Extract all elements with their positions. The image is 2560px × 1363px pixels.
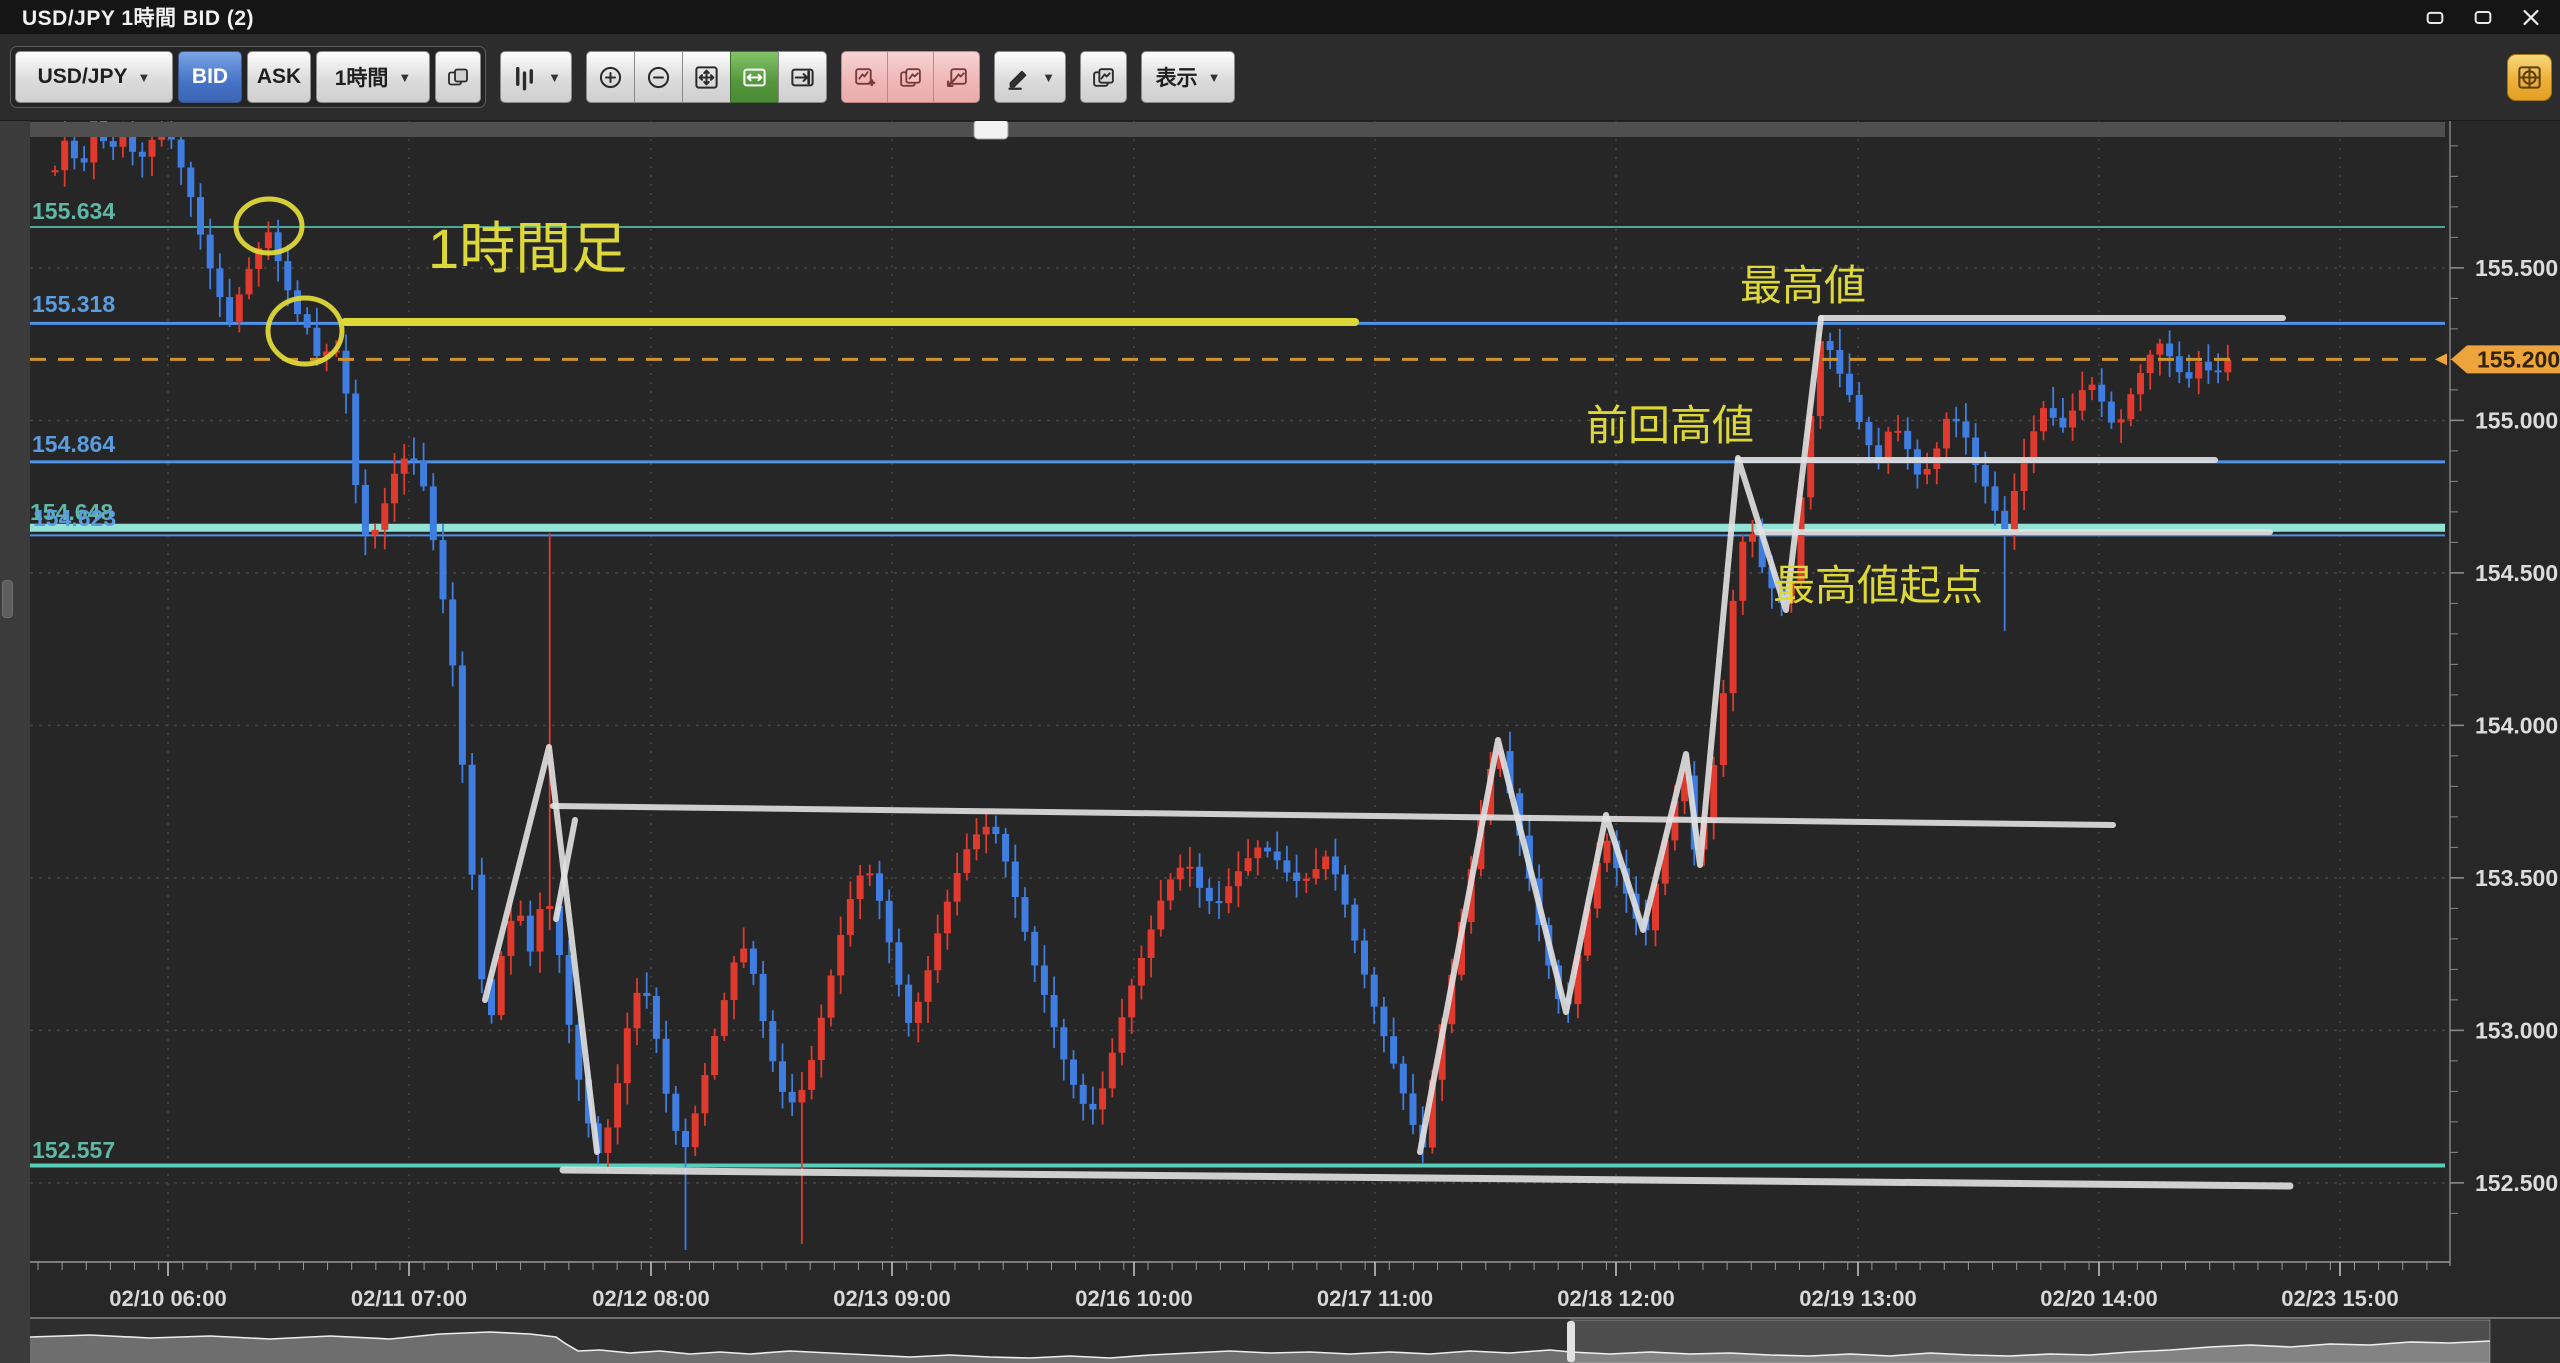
toolbar-group [586,51,827,103]
zoom-in-icon [597,64,624,91]
level-price-label: 154.623 [33,505,116,531]
display-menu-label: 表示 [1156,62,1198,92]
maximize-button[interactable] [2472,8,2494,26]
window-controls [2424,8,2542,26]
crosshair-button[interactable] [2507,54,2552,101]
ask-toggle[interactable]: ASK [247,51,311,103]
left-panel-strip [0,120,30,1363]
zoom-in-button[interactable] [586,51,635,103]
toolbar-group [1080,51,1127,103]
level-price-label: 152.557 [32,1137,115,1163]
chevron-down-icon: ▼ [1208,70,1221,85]
symbol-select[interactable]: USD/JPY ▼ [15,51,173,103]
toolbar-group [841,51,980,103]
time-axis-label: 02/19 13:00 [1799,1286,1916,1311]
close-button[interactable] [2520,8,2542,26]
indicator-icon [1091,64,1116,91]
crosshair-icon [2516,64,2543,91]
price-axis-label: 153.500 [2475,865,2558,891]
chart-type-select[interactable]: ▼ [500,51,572,103]
time-axis-label: 02/17 11:00 [1317,1286,1433,1311]
chart-type-icon [511,64,538,91]
chart-top-scrollbar-thumb[interactable] [974,120,1008,139]
current-price-value: 155.200 [2477,346,2560,372]
link-charts-icon [446,64,470,91]
toolbar-group: USD/JPY ▼ BID ASK 1時間 ▼ [10,46,486,108]
time-axis-label: 02/20 14:00 [2040,1286,2157,1311]
indicator-button[interactable] [1080,51,1127,103]
price-axis-label: 154.500 [2475,560,2558,586]
duplicate-chart-icon [898,64,923,91]
zoom-out-icon [645,64,672,91]
application-window: 1時間足最高値前回高値最高値起点 155.634 155.318 154.864 154… [0,0,2560,1363]
zoom-out-button[interactable] [634,51,683,103]
toolbar: USD/JPY ▼ BID ASK 1時間 ▼ ▼ ▼ 表示 ▼ [0,34,2560,121]
chevron-down-icon: ▼ [1042,70,1055,85]
fit-width-button[interactable] [730,51,779,103]
title-bar: USD/JPY 1時間 BID (2) [0,0,2560,35]
annotation-text[interactable]: 最高値起点 [1773,562,1983,609]
link-charts-button[interactable] [435,51,481,103]
toolbar-group: ▼ [994,51,1066,103]
time-axis-label: 02/23 15:00 [2281,1286,2398,1311]
scroll-to-end-button[interactable] [778,51,827,103]
close-icon [2520,4,2542,31]
price-axis-label: 153.000 [2475,1017,2558,1043]
window-title: USD/JPY 1時間 BID (2) [22,2,254,32]
toolbar-group: 表示 ▼ [1141,51,1235,103]
popout-chart-button[interactable] [933,51,980,103]
popout-chart-icon [944,64,969,91]
level-price-label: 155.634 [32,198,115,224]
toolbar-group: ▼ [500,51,572,103]
symbol-select-label: USD/JPY [38,65,128,89]
time-axis-label: 02/12 08:00 [592,1286,709,1311]
panel-splitter-handle[interactable] [2,580,13,618]
draw-icon [1005,64,1032,91]
chart-top-scrollbar-track[interactable] [30,122,2445,137]
time-axis-label: 02/11 07:00 [351,1286,467,1311]
fit-chart-icon [693,64,720,91]
navigator-selection[interactable] [1571,1320,2490,1363]
annotation-text[interactable]: 1時間足 [428,217,627,280]
price-axis-label: 154.000 [2475,712,2558,738]
display-menu[interactable]: 表示 ▼ [1141,51,1235,103]
navigator-handle[interactable] [1567,1321,1575,1362]
minimize-icon [2424,4,2446,31]
duplicate-chart-button[interactable] [887,51,934,103]
annotation-text[interactable]: 最高値 [1740,262,1866,309]
navigator [0,1318,2560,1363]
time-axis-label: 02/16 10:00 [1075,1286,1192,1311]
level-price-label: 155.318 [32,291,115,317]
timeframe-select-label: 1時間 [335,62,389,92]
scroll-to-end-icon [789,64,816,91]
time-axis-label: 02/13 09:00 [833,1286,950,1311]
ask-toggle-label: ASK [257,65,301,89]
minimize-button[interactable] [2424,8,2446,26]
chevron-down-icon: ▼ [138,70,151,85]
price-axis-label: 155.000 [2475,407,2558,433]
draw-tool-select[interactable]: ▼ [994,51,1066,103]
price-axis-label: 152.500 [2475,1170,2558,1196]
chevron-down-icon: ▼ [398,70,411,85]
new-chart-icon [852,64,877,91]
plot-background [30,112,2445,1262]
fit-chart-button[interactable] [682,51,731,103]
bid-toggle[interactable]: BID [178,51,242,103]
level-price-label: 154.864 [32,431,115,457]
timeframe-select[interactable]: 1時間 ▼ [316,51,430,103]
annotation-text[interactable]: 前回高値 [1586,402,1754,449]
chevron-down-icon: ▼ [548,70,561,85]
bid-toggle-label: BID [192,65,228,89]
fit-width-icon [741,64,768,91]
time-axis-label: 02/10 06:00 [109,1286,226,1311]
chart-canvas: 1時間足最高値前回高値最高値起点 155.634 155.318 154.864 154… [0,0,2560,1363]
price-axis-label: 155.500 [2475,255,2558,281]
maximize-icon [2472,4,2494,31]
new-chart-button[interactable] [841,51,888,103]
time-axis-label: 02/18 12:00 [1557,1286,1674,1311]
